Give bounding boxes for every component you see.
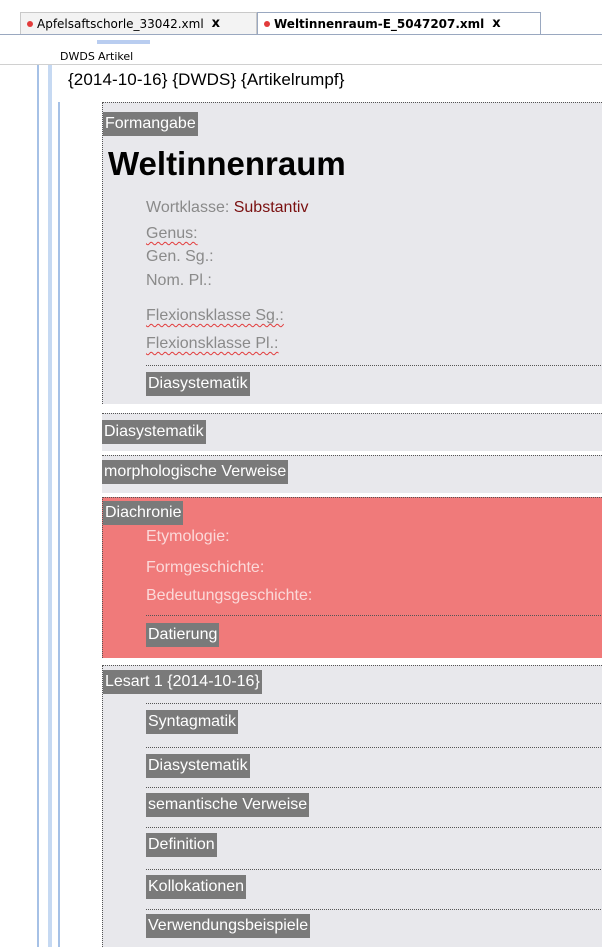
tab-bar-divider: [0, 34, 602, 35]
section-label-diasystematik[interactable]: Diasystematik: [146, 372, 250, 396]
field-nom-pl[interactable]: Nom. Pl.:: [146, 270, 212, 292]
mode-artikel[interactable]: Artikel: [98, 50, 133, 63]
tab-weltinnenraum[interactable]: Weltinnenraum-E_5047207.xml x: [257, 12, 541, 34]
section-label-syntagmatik[interactable]: Syntagmatik: [146, 710, 239, 734]
field-wortklasse[interactable]: Wortklasse: Substantiv: [146, 197, 308, 219]
section-label-definition[interactable]: Definition: [146, 833, 217, 857]
section-label-formangabe[interactable]: Formangabe: [103, 112, 198, 136]
mode-dwds[interactable]: DWDS: [60, 50, 95, 63]
section-morphologische-verweise[interactable]: morphologische Verweise: [102, 455, 602, 493]
field-value-wortklasse[interactable]: Substantiv: [234, 199, 309, 216]
field-label: Flexionsklasse Pl.:: [146, 335, 279, 352]
section-label-diasystematik[interactable]: Diasystematik: [146, 754, 250, 778]
field-label: Wortklasse:: [146, 199, 230, 216]
field-label: Flexionsklasse Sg.:: [146, 307, 284, 324]
modified-dot-icon: [264, 20, 270, 27]
field-flexionsklasse-sg[interactable]: Flexionsklasse Sg.:: [146, 305, 284, 327]
section-formangabe[interactable]: Formangabe Weltinnenraum Wortklasse: Sub…: [102, 102, 602, 404]
tab-apfelsaftschorle[interactable]: Apfelsaftschorle_33042.xml x: [20, 12, 257, 34]
structure-rail: [58, 102, 60, 947]
tab-label: Apfelsaftschorle_33042.xml: [37, 16, 204, 31]
subsection-kollokationen[interactable]: Kollokationen: [146, 869, 602, 905]
subsection-definition[interactable]: Definition: [146, 827, 602, 865]
editor-tab-bar: Apfelsaftschorle_33042.xml x Weltinnenra…: [0, 0, 602, 36]
subsection-datierung[interactable]: Datierung: [146, 615, 602, 659]
field-gen-sg[interactable]: Gen. Sg.:: [146, 246, 214, 268]
section-diachronie[interactable]: Diachronie Etymologie: Formgeschichte: B…: [102, 497, 602, 658]
close-icon[interactable]: x: [212, 16, 220, 31]
article-header: {2014-10-16} {DWDS} {Artikelrumpf}: [68, 70, 345, 89]
section-label-diasystematik[interactable]: Diasystematik: [102, 420, 206, 444]
section-label-kollokationen[interactable]: Kollokationen: [146, 875, 247, 899]
subsection-semantische-verweise[interactable]: semantische Verweise: [146, 787, 602, 823]
section-label-datierung[interactable]: Datierung: [146, 623, 220, 647]
section-label-verwendungsbeispiele[interactable]: Verwendungsbeispiele: [146, 914, 311, 938]
field-bedeutungsgeschichte[interactable]: Bedeutungsgeschichte:: [146, 585, 312, 607]
tab-label: Weltinnenraum-E_5047207.xml: [274, 16, 485, 31]
structure-rail: [37, 65, 39, 947]
subsection-diasystematik[interactable]: Diasystematik: [146, 365, 602, 405]
section-diasystematik[interactable]: Diasystematik: [102, 413, 602, 451]
field-flexionsklasse-pl[interactable]: Flexionsklasse Pl.:: [146, 333, 279, 355]
field-label: Etymologie:: [146, 528, 230, 545]
field-label: Nom. Pl.:: [146, 272, 212, 289]
field-label: Genus:: [146, 225, 198, 242]
field-etymologie[interactable]: Etymologie:: [146, 526, 230, 548]
field-genus[interactable]: Genus:: [146, 223, 198, 245]
field-label: Formgeschichte:: [146, 559, 265, 576]
modified-dot-icon: [27, 20, 33, 27]
section-label-diachronie[interactable]: Diachronie: [103, 501, 184, 525]
subsection-diasystematik[interactable]: Diasystematik: [146, 747, 602, 783]
subsection-syntagmatik[interactable]: Syntagmatik: [146, 703, 602, 743]
field-label: Bedeutungsgeschichte:: [146, 587, 313, 604]
section-lesart-1[interactable]: Lesart 1 {2014-10-16} Syntagmatik Diasys…: [102, 665, 602, 947]
section-label-semantische-verweise[interactable]: semantische Verweise: [146, 793, 310, 817]
section-label-lesart[interactable]: Lesart 1 {2014-10-16}: [103, 670, 262, 694]
section-label-morphologische-verweise[interactable]: morphologische Verweise: [102, 460, 289, 484]
author-mode-bar: DWDS Artikel: [0, 36, 602, 65]
close-icon[interactable]: x: [492, 16, 500, 31]
field-label: Gen. Sg.:: [146, 248, 214, 265]
lemma-heading[interactable]: Weltinnenraum: [108, 145, 346, 183]
field-formgeschichte[interactable]: Formgeschichte:: [146, 557, 264, 579]
subsection-verwendungsbeispiele[interactable]: Verwendungsbeispiele: [146, 909, 602, 947]
active-mode-indicator: [97, 40, 150, 44]
structure-rail: [48, 65, 52, 947]
